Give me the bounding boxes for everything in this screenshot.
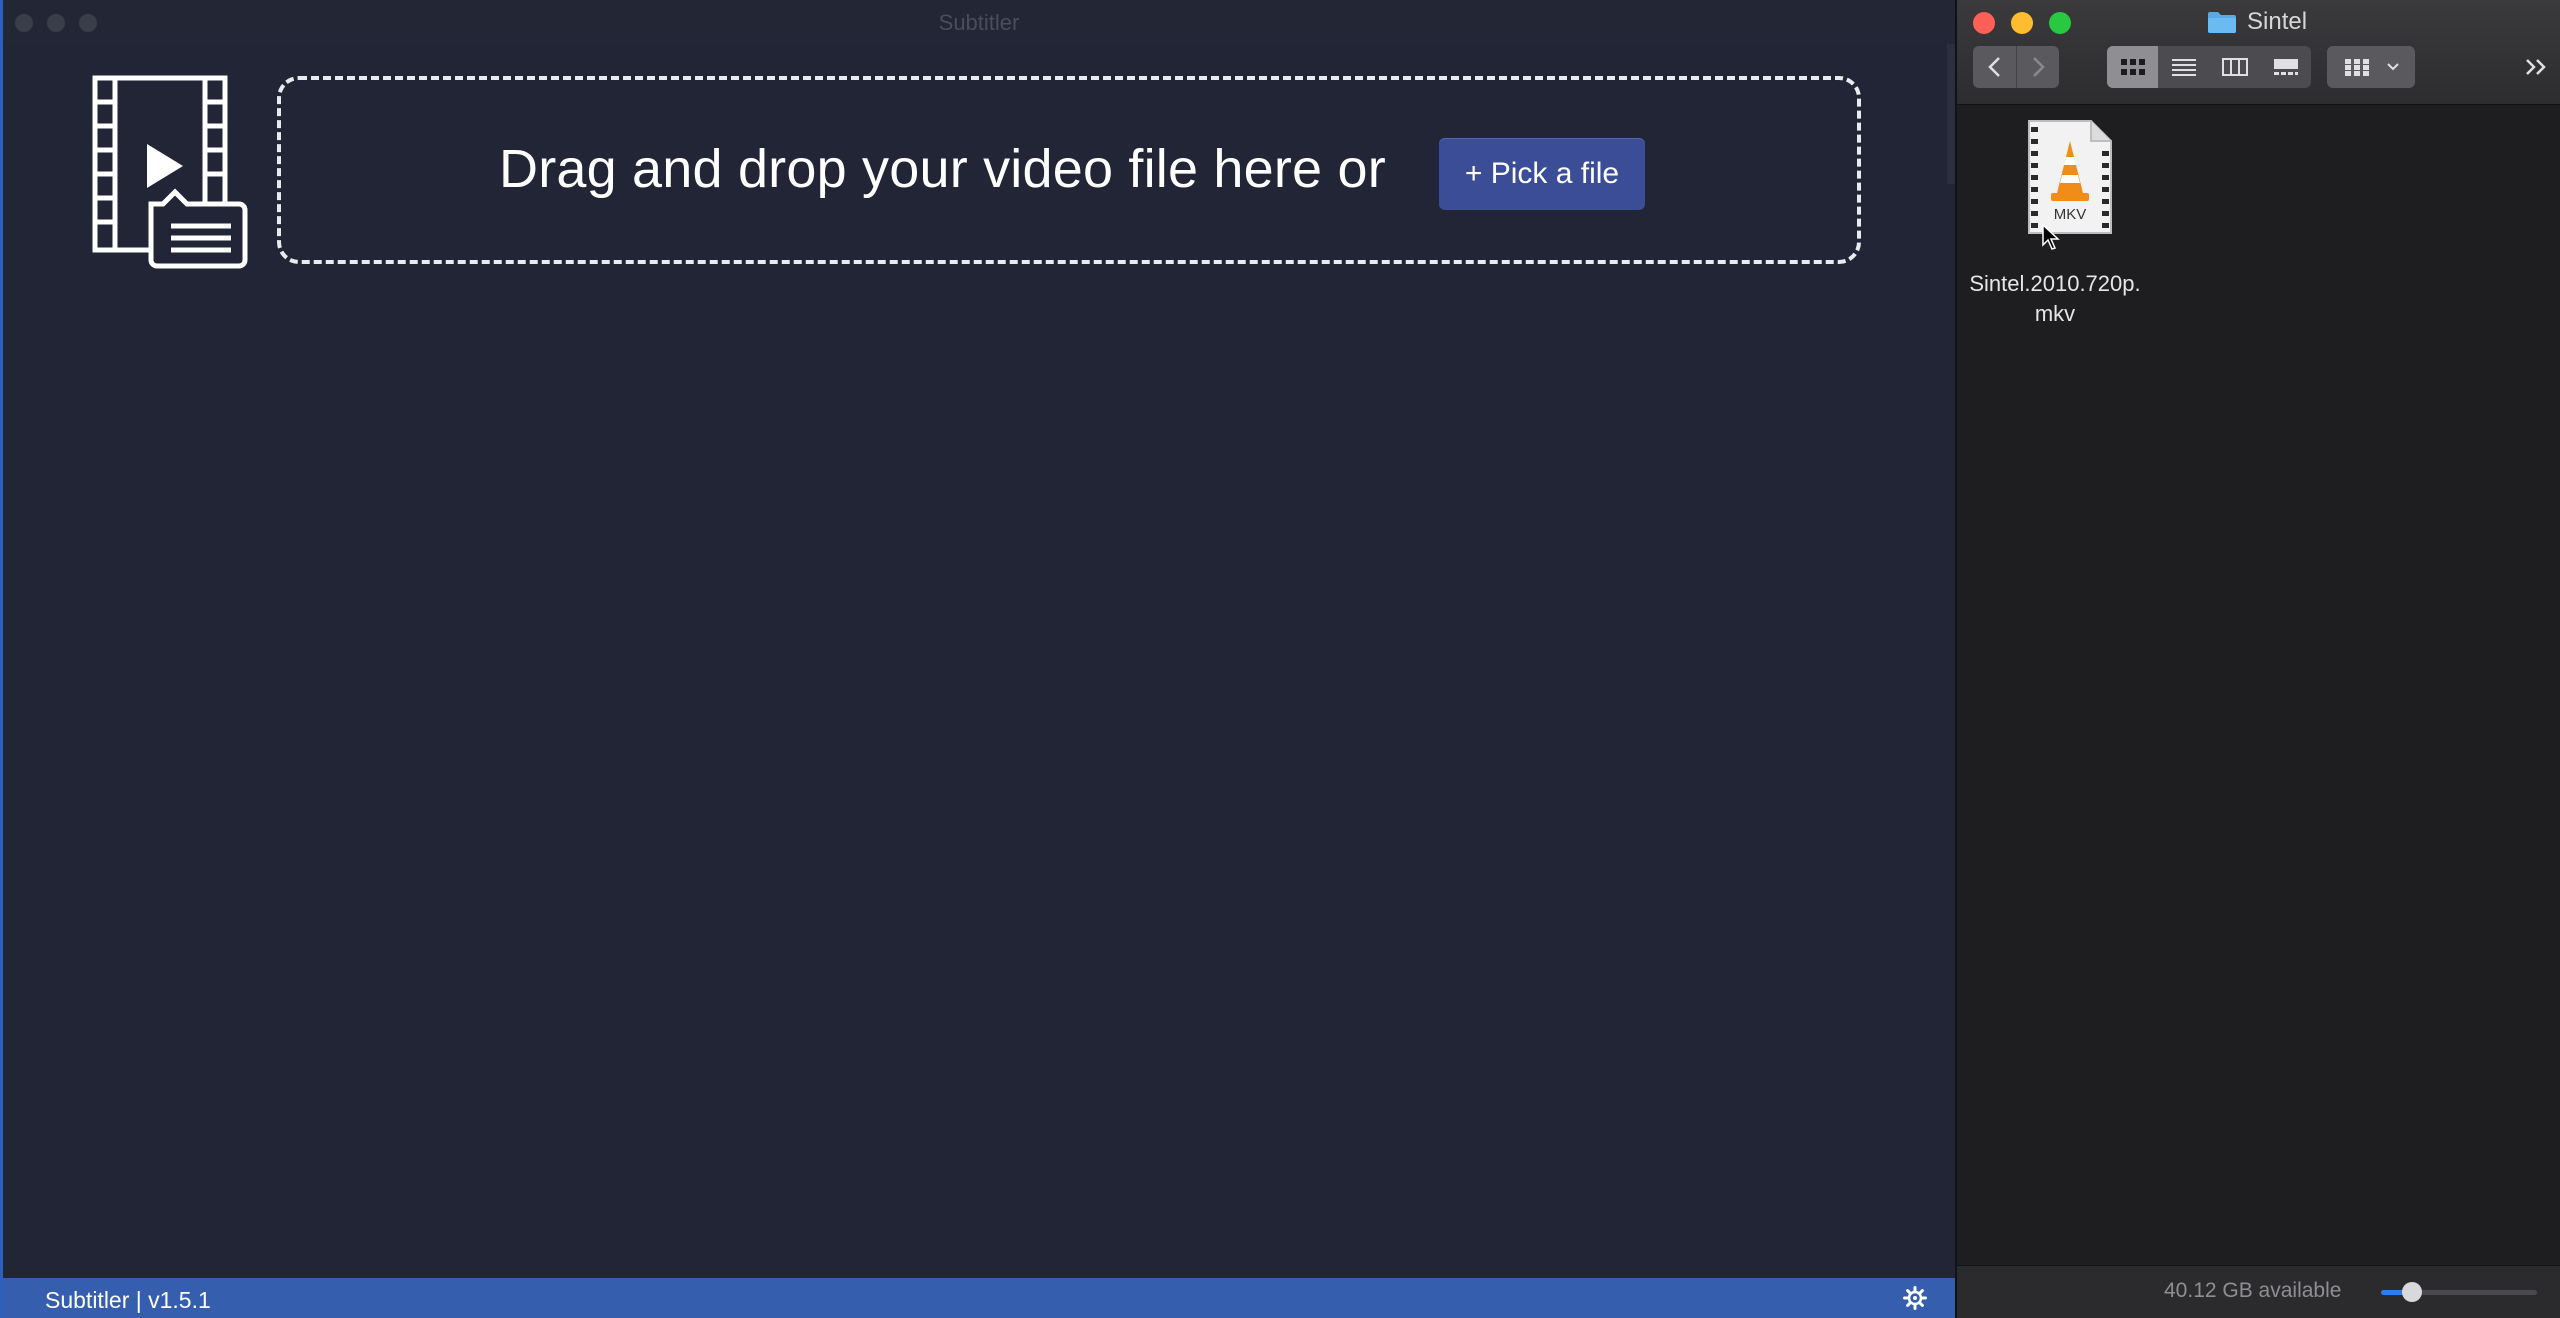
- icon-size-slider-knob[interactable]: [2402, 1282, 2423, 1302]
- group-grid-icon: [2337, 46, 2377, 88]
- subtitler-titlebar: Subtitler: [3, 0, 1955, 44]
- disk-space-label: 40.12 GB available: [2164, 1279, 2342, 1302]
- vlc-mkv-file-icon: MKV: [2028, 120, 2112, 234]
- nav-buttons: [1973, 46, 2059, 88]
- icon-grid-icon: [2120, 59, 2145, 75]
- folder-icon: [2208, 12, 2236, 33]
- gallery-icon: [2273, 59, 2298, 75]
- file-name: Sintel.2010.720p.mkv: [1969, 271, 2141, 326]
- version-label: Subtitler | v1.5.1: [45, 1287, 211, 1313]
- mouse-cursor-icon: [2042, 223, 2060, 250]
- gallery-view-button[interactable]: [2260, 46, 2311, 88]
- gear-icon[interactable]: [1903, 1286, 1927, 1310]
- finder-zoom-button[interactable]: [2049, 12, 2071, 34]
- subtitler-logo-icon: [92, 75, 248, 269]
- finder-minimize-button[interactable]: [2011, 12, 2033, 34]
- view-mode-control: [2107, 46, 2311, 88]
- toolbar-overflow-button[interactable]: [2523, 52, 2551, 82]
- column-view-button[interactable]: [2209, 46, 2260, 88]
- scrollbar[interactable]: [1947, 44, 1955, 184]
- columns-icon: [2221, 58, 2248, 76]
- icon-view-button[interactable]: [2107, 46, 2158, 88]
- back-button[interactable]: [1973, 46, 2017, 88]
- status-bar: Subtitler | v1.5.1: [3, 1278, 1955, 1318]
- chevron-down-icon: [2381, 46, 2405, 88]
- finder-close-button[interactable]: [1973, 12, 1995, 34]
- finder-status-bar: 40.12 GB available: [1957, 1265, 2560, 1318]
- finder-title-label: Sintel: [2247, 8, 2308, 35]
- chevron-right-icon: [2032, 57, 2045, 77]
- finder-title: Sintel: [2207, 8, 2307, 36]
- dropzone-label: Drag and drop your video file here or: [499, 139, 1386, 199]
- window-title: Subtitler: [938, 10, 1020, 35]
- double-chevron-right-icon: [2526, 59, 2546, 75]
- finder-content: MKV Sintel.2010.720p.mkv: [1957, 105, 2560, 1266]
- chevron-left-icon: [1987, 57, 2000, 77]
- list-view-button[interactable]: [2158, 46, 2209, 88]
- group-by-button[interactable]: [2327, 46, 2415, 88]
- list-icon: [2171, 59, 2196, 76]
- pick-file-button[interactable]: + Pick a file: [1439, 138, 1645, 210]
- forward-button[interactable]: [2016, 46, 2059, 88]
- finder-toolbar: Sintel: [1957, 0, 2560, 105]
- icon-size-slider[interactable]: [2381, 1282, 2537, 1302]
- subtitler-window: Subtitler Drag and drop your video file …: [0, 0, 1955, 1318]
- file-badge: MKV: [2054, 206, 2087, 223]
- finder-window: Sintel MKV Sintel.2010.720p.mkv 40.12 GB…: [1955, 0, 2560, 1318]
- file-dropzone[interactable]: Drag and drop your video file here or + …: [277, 76, 1861, 264]
